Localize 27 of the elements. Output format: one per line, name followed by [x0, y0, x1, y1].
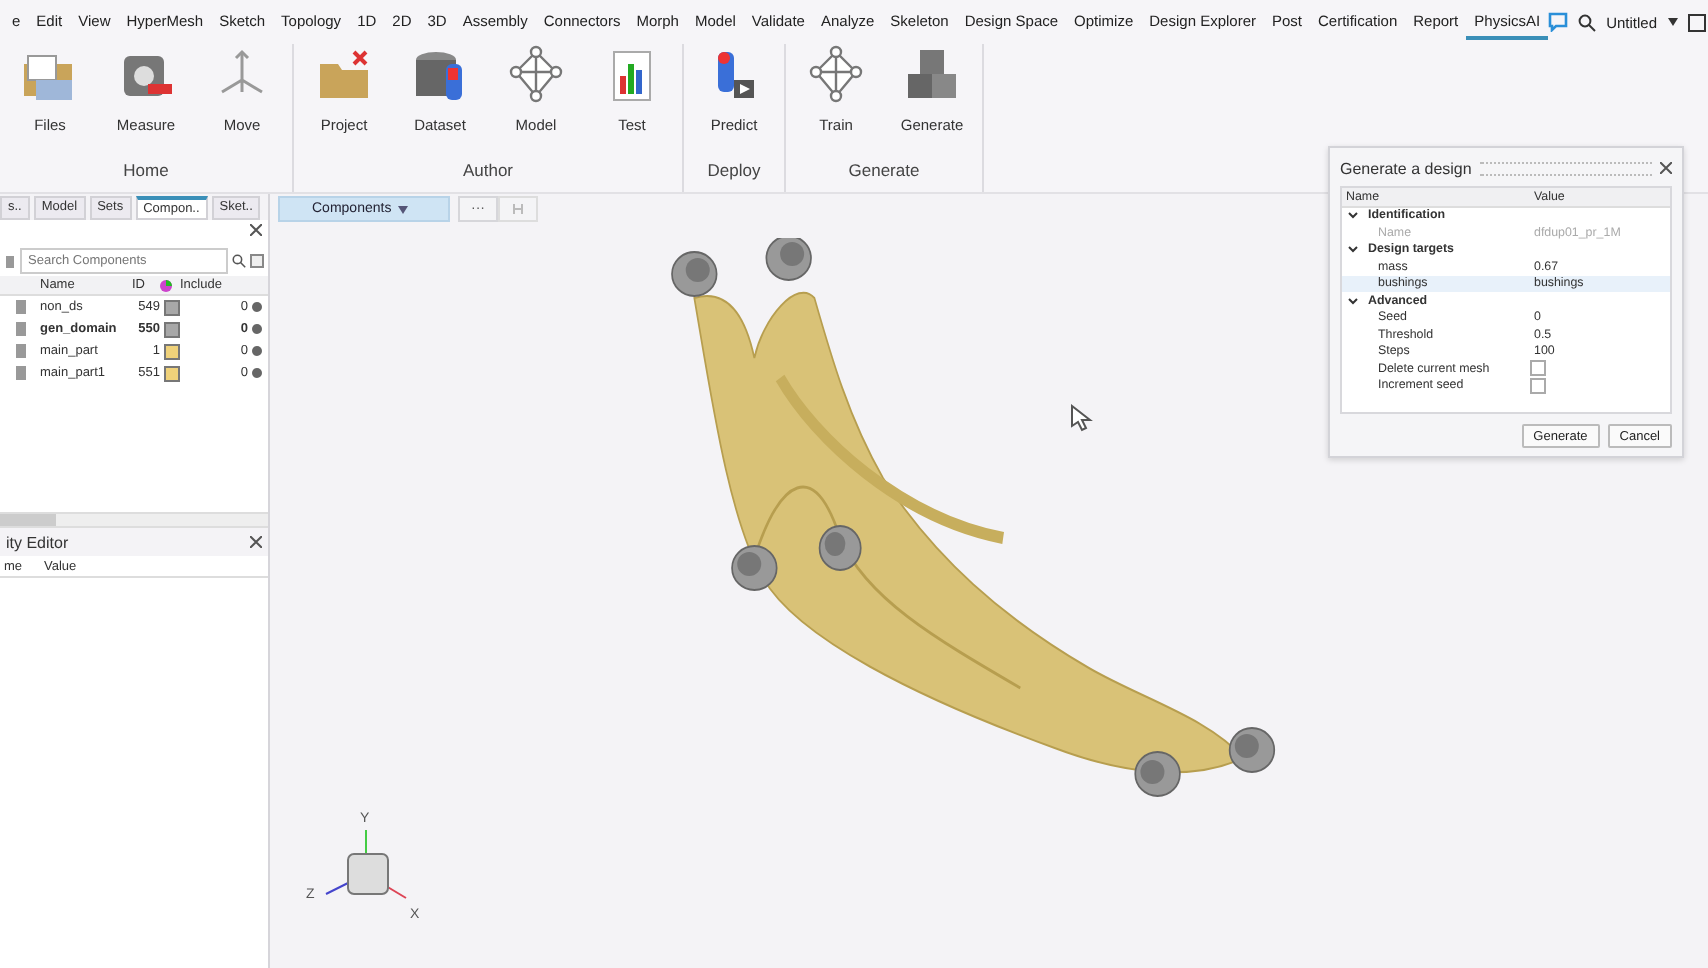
color-wheel-icon: [160, 279, 172, 291]
sphere-icon: [252, 302, 262, 312]
scrollbar-thumb[interactable]: [0, 514, 56, 526]
sphere-icon: [252, 346, 262, 356]
chevron-icon[interactable]: [1348, 210, 1358, 221]
sphere-icon: [252, 368, 262, 378]
group-label: Deploy: [707, 160, 761, 180]
close-icon[interactable]: [250, 536, 262, 548]
caret-icon[interactable]: [1667, 18, 1678, 26]
caret-icon: [397, 205, 408, 213]
search-icon[interactable]: [232, 254, 246, 268]
chevron-icon[interactable]: [1348, 295, 1358, 306]
search-icon[interactable]: [1578, 13, 1597, 31]
close-icon[interactable]: [1660, 162, 1672, 174]
chevron-icon[interactable]: [1348, 244, 1358, 255]
sphere-icon: [252, 324, 262, 334]
dialog-title: Generate a design: [1340, 159, 1472, 177]
close-icon[interactable]: [250, 224, 262, 236]
checkbox[interactable]: [1530, 360, 1546, 377]
checkbox[interactable]: [1530, 377, 1546, 394]
panel-title: ity Editor: [6, 533, 69, 551]
window-icon[interactable]: [1687, 13, 1706, 31]
mouse-cursor-icon: [1070, 404, 1098, 432]
group-label: Author: [462, 160, 514, 180]
group-label: Home: [123, 160, 169, 180]
group-label: Generate: [848, 160, 920, 180]
chat-icon[interactable]: [1548, 12, 1569, 32]
